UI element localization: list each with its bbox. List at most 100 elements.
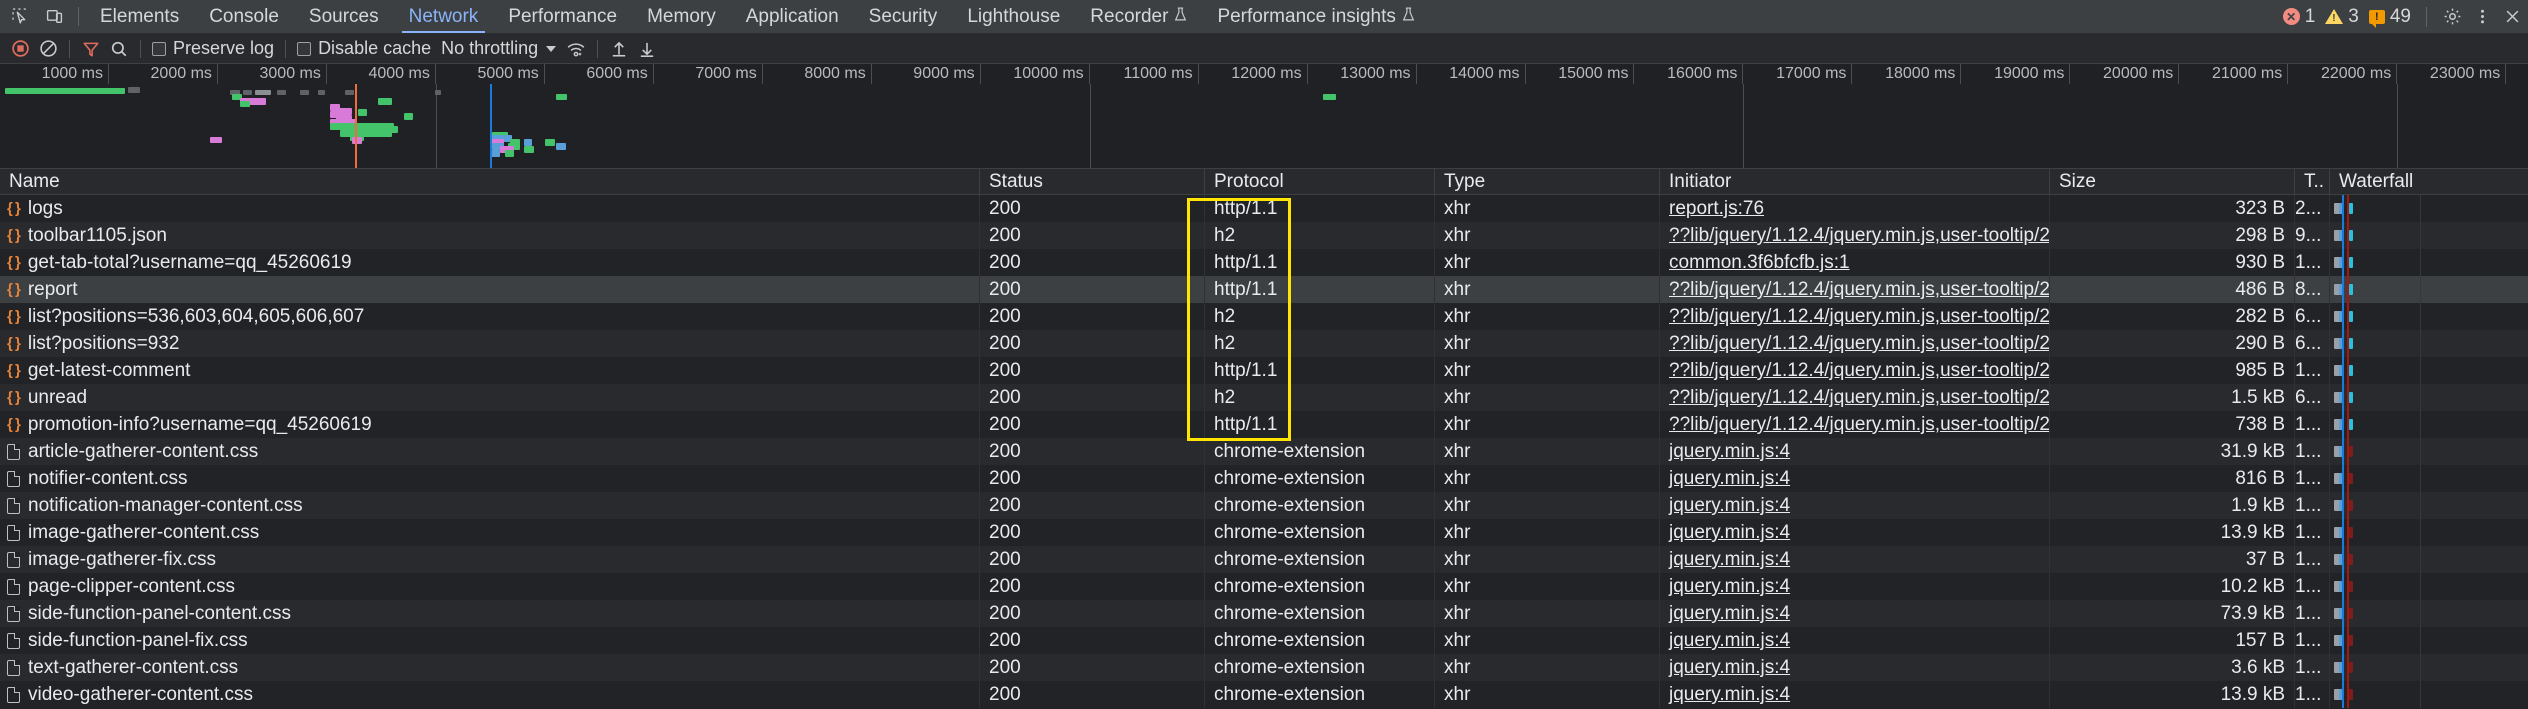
column-header-name[interactable]: Name [0,169,980,195]
cell-initiator[interactable]: ??lib/jquery/1.12.4/jquery.min.js,user-t… [1660,357,2050,384]
initiator-link[interactable]: jquery.min.js:4 [1669,630,1790,651]
waterfall-cell[interactable] [2330,276,2528,303]
table-row[interactable]: page-clipper-content.css 200 chrome-extens… [0,573,2528,600]
initiator-link[interactable]: common.3f6bfcfb.js:1 [1669,252,1850,273]
initiator-link[interactable]: ??lib/jquery/1.12.4/jquery.min.js,user-t… [1669,414,2049,435]
error-counter[interactable]: ✕ 1 [2281,6,2318,28]
initiator-link[interactable]: jquery.min.js:4 [1669,522,1790,543]
close-icon[interactable] [2500,5,2524,29]
waterfall-cell[interactable] [2330,627,2528,654]
throttling-dropdown[interactable]: No throttling [435,38,562,59]
tab-security[interactable]: Security [854,0,953,33]
waterfall-cell[interactable] [2330,438,2528,465]
cell-initiator[interactable]: jquery.min.js:4 [1660,438,2050,465]
cell-initiator[interactable]: jquery.min.js:4 [1660,492,2050,519]
table-row[interactable]: { } get-latest-comment 200 http/1.1 xhr ??lib… [0,357,2528,384]
initiator-link[interactable]: jquery.min.js:4 [1669,495,1790,516]
table-row[interactable]: notifier-content.css 200 chrome-extension x… [0,465,2528,492]
three-dots-vertical-icon[interactable] [2470,5,2494,29]
column-header-initiator[interactable]: Initiator [1660,169,2050,195]
record-stop-icon[interactable] [6,36,34,62]
initiator-link[interactable]: ??lib/jquery/1.12.4/jquery.min.js,user-t… [1669,225,2049,246]
cell-initiator[interactable]: jquery.min.js:4 [1660,546,2050,573]
cell-initiator[interactable]: jquery.min.js:4 [1660,627,2050,654]
column-header-status[interactable]: Status [980,169,1205,195]
waterfall-cell[interactable] [2330,384,2528,411]
cell-initiator[interactable]: ??lib/jquery/1.12.4/jquery.min.js,user-t… [1660,276,2050,303]
initiator-link[interactable]: ??lib/jquery/1.12.4/jquery.min.js,user-t… [1669,387,2049,408]
cell-initiator[interactable]: ??lib/jquery/1.12.4/jquery.min.js,user-t… [1660,303,2050,330]
waterfall-cell[interactable] [2330,654,2528,681]
inspect-element-icon[interactable] [8,5,32,29]
column-header-time[interactable]: T.. [2295,169,2330,195]
cell-initiator[interactable]: jquery.min.js:4 [1660,654,2050,681]
waterfall-cell[interactable] [2330,546,2528,573]
waterfall-cell[interactable] [2330,249,2528,276]
table-row[interactable]: image-gatherer-content.css 200 chrome-exte… [0,519,2528,546]
import-har-icon[interactable] [605,36,633,62]
column-header-waterfall[interactable]: Waterfall [2330,169,2528,195]
warning-counter[interactable]: 3 [2323,6,2361,28]
filter-funnel-icon[interactable] [77,36,105,62]
table-body[interactable]: { } logs 200 http/1.1 xhr report.js:76 323 B 2.… [0,195,2528,708]
waterfall-cell[interactable] [2330,573,2528,600]
tab-application[interactable]: Application [731,0,854,33]
table-row[interactable]: { } list?positions=536,603,604,605,606,60… [0,303,2528,330]
clear-network-log-icon[interactable] [34,36,62,62]
network-overview[interactable]: 1000 ms 2000 ms 3000 ms 4000 ms 5000 ms 6000 … [0,64,2528,169]
device-toolbar-icon[interactable] [42,5,66,29]
initiator-link[interactable]: jquery.min.js:4 [1669,603,1790,624]
waterfall-cell[interactable] [2330,600,2528,627]
table-row[interactable]: notification-manager-content.css 200 chrom… [0,492,2528,519]
cell-initiator[interactable]: jquery.min.js:4 [1660,600,2050,627]
table-row[interactable]: image-gatherer-fix.css 200 chrome-extensio… [0,546,2528,573]
cell-initiator[interactable]: common.3f6bfcfb.js:1 [1660,249,2050,276]
cell-initiator[interactable]: ??lib/jquery/1.12.4/jquery.min.js,user-t… [1660,330,2050,357]
column-header-type[interactable]: Type [1435,169,1660,195]
tab-console[interactable]: Console [194,0,294,33]
initiator-link[interactable]: report.js:76 [1669,198,1764,219]
cell-initiator[interactable]: jquery.min.js:4 [1660,465,2050,492]
table-row[interactable]: { } report 200 http/1.1 xhr ??lib/jquery/1.12… [0,276,2528,303]
tab-elements[interactable]: Elements [85,0,194,33]
initiator-link[interactable]: jquery.min.js:4 [1669,576,1790,597]
column-header-protocol[interactable]: Protocol [1205,169,1435,195]
column-header-size[interactable]: Size [2050,169,2295,195]
export-har-icon[interactable] [633,36,661,62]
network-request-table[interactable]: Name Status Protocol Type Initiator Size T.. Wa… [0,169,2528,709]
table-row[interactable]: side-function-panel-content.css 200 chrome… [0,600,2528,627]
initiator-link[interactable]: jquery.min.js:4 [1669,684,1790,705]
preserve-log-checkbox[interactable]: Preserve log [148,38,278,59]
search-icon[interactable] [105,36,133,62]
gear-icon[interactable] [2440,5,2464,29]
table-header-row[interactable]: Name Status Protocol Type Initiator Size T.. Wa… [0,169,2528,195]
table-row[interactable]: { } list?positions=932 200 h2 xhr ??lib/jquer… [0,330,2528,357]
waterfall-cell[interactable] [2330,195,2528,222]
tab-sources[interactable]: Sources [294,0,394,33]
waterfall-cell[interactable] [2330,519,2528,546]
cell-initiator[interactable]: jquery.min.js:4 [1660,681,2050,708]
tab-performance-insights[interactable]: Performance insights [1202,0,1429,33]
network-conditions-icon[interactable] [562,36,590,62]
table-row[interactable]: side-function-panel-fix.css 200 chrome-ext… [0,627,2528,654]
table-row[interactable]: video-gatherer-content.css 200 chrome-exte… [0,681,2528,708]
table-row[interactable]: { } get-tab-total?username=qq_45260619 200… [0,249,2528,276]
waterfall-cell[interactable] [2330,222,2528,249]
tab-network[interactable]: Network [394,0,494,33]
tab-performance[interactable]: Performance [493,0,632,33]
waterfall-cell[interactable] [2330,681,2528,708]
initiator-link[interactable]: jquery.min.js:4 [1669,549,1790,570]
cell-initiator[interactable]: jquery.min.js:4 [1660,573,2050,600]
cell-initiator[interactable]: report.js:76 [1660,195,2050,222]
initiator-link[interactable]: ??lib/jquery/1.12.4/jquery.min.js,user-t… [1669,333,2049,354]
initiator-link[interactable]: ??lib/jquery/1.12.4/jquery.min.js,user-t… [1669,360,2049,381]
cell-initiator[interactable]: ??lib/jquery/1.12.4/jquery.min.js,user-t… [1660,411,2050,438]
issues-counter[interactable]: ! 49 [2367,6,2413,28]
cell-initiator[interactable]: jquery.min.js:4 [1660,519,2050,546]
tab-memory[interactable]: Memory [632,0,731,33]
waterfall-cell[interactable] [2330,357,2528,384]
tab-recorder[interactable]: Recorder [1075,0,1202,33]
table-row[interactable]: text-gatherer-content.css 200 chrome-exten… [0,654,2528,681]
table-row[interactable]: { } toolbar1105.json 200 h2 xhr ??lib/jquery/… [0,222,2528,249]
tab-lighthouse[interactable]: Lighthouse [952,0,1075,33]
